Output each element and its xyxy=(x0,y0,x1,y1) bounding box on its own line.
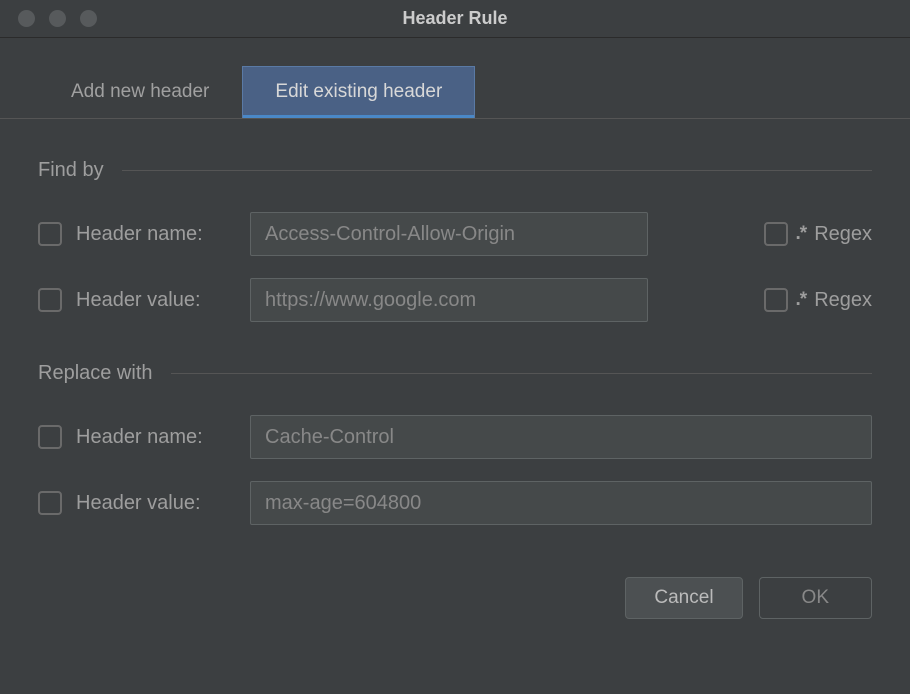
find-header-value-regex-checkbox[interactable] xyxy=(764,288,788,312)
find-header-name-checkbox[interactable] xyxy=(38,222,62,246)
window-controls xyxy=(0,10,97,27)
replace-header-name-label: Header name: xyxy=(76,426,236,449)
find-by-section: Find by Header name: .* Regex Header val… xyxy=(38,159,872,322)
find-header-value-checkbox[interactable] xyxy=(38,288,62,312)
find-header-name-regex-group: .* Regex xyxy=(764,222,873,246)
find-header-name-regex-checkbox[interactable] xyxy=(764,222,788,246)
find-header-value-input[interactable] xyxy=(250,278,648,322)
cancel-button[interactable]: Cancel xyxy=(625,577,742,619)
find-header-value-label: Header value: xyxy=(76,289,236,312)
tab-bar: Add new header Edit existing header xyxy=(0,38,910,119)
find-by-header: Find by xyxy=(38,159,872,182)
replace-header-name-checkbox[interactable] xyxy=(38,425,62,449)
window-title: Header Rule xyxy=(402,8,507,29)
replace-header-name-row: Header name: xyxy=(38,415,872,459)
minimize-window-icon[interactable] xyxy=(49,10,66,27)
replace-with-section: Replace with Header name: Header value: xyxy=(38,362,872,525)
regex-icon: .* xyxy=(796,289,807,311)
replace-header-value-input[interactable] xyxy=(250,481,872,525)
regex-label: Regex xyxy=(814,223,872,246)
find-header-name-label: Header name: xyxy=(76,223,236,246)
replace-header-value-checkbox[interactable] xyxy=(38,491,62,515)
maximize-window-icon[interactable] xyxy=(80,10,97,27)
regex-label: Regex xyxy=(814,289,872,312)
replace-with-header: Replace with xyxy=(38,362,872,385)
replace-header-value-row: Header value: xyxy=(38,481,872,525)
ok-button[interactable]: OK xyxy=(759,577,872,619)
divider xyxy=(122,170,872,171)
tab-edit-existing-header[interactable]: Edit existing header xyxy=(242,66,475,118)
find-header-value-row: Header value: .* Regex xyxy=(38,278,872,322)
find-header-name-row: Header name: .* Regex xyxy=(38,212,872,256)
find-header-name-input[interactable] xyxy=(250,212,648,256)
regex-icon: .* xyxy=(796,223,807,245)
dialog-content: Find by Header name: .* Regex Header val… xyxy=(0,159,910,525)
dialog-buttons: Cancel OK xyxy=(0,547,910,619)
titlebar: Header Rule xyxy=(0,0,910,38)
divider xyxy=(171,373,872,374)
replace-header-value-label: Header value: xyxy=(76,492,236,515)
replace-with-title: Replace with xyxy=(38,362,153,385)
tab-add-new-header[interactable]: Add new header xyxy=(38,66,242,118)
replace-header-name-input[interactable] xyxy=(250,415,872,459)
find-header-value-regex-group: .* Regex xyxy=(764,288,873,312)
find-by-title: Find by xyxy=(38,159,104,182)
close-window-icon[interactable] xyxy=(18,10,35,27)
